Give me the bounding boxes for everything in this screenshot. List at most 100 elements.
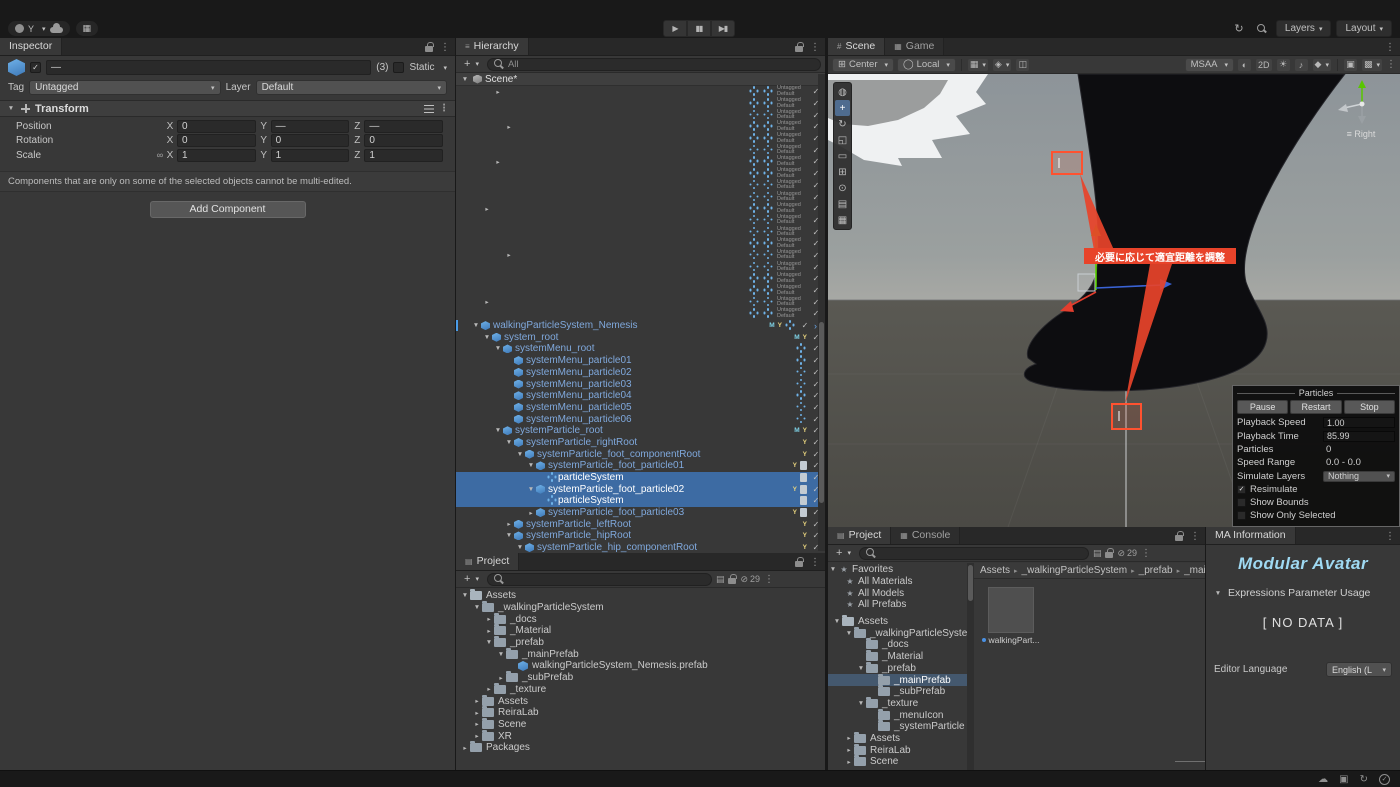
tool-handle-rotation-button[interactable]: ◯ Local ▾ — [897, 58, 956, 72]
extra-tool-1[interactable]: ▤ — [835, 196, 850, 212]
foldout-arrow[interactable]: ▸ — [472, 709, 482, 717]
hierarchy-row[interactable]: ▼systemParticle_foot_particle02Y✓ — [456, 483, 825, 495]
foldout-arrow[interactable]: ▼ — [6, 105, 16, 112]
tab-inspector[interactable]: Inspector — [0, 38, 62, 55]
check-circle-icon[interactable]: ✓ — [1379, 774, 1390, 785]
foldout-arrow[interactable]: ▸ — [484, 615, 494, 623]
hierarchy-row[interactable]: ▼systemParticle_foot_particle01Y✓ — [456, 460, 825, 472]
particles-toggle[interactable]: ✓Resimulate — [1237, 483, 1395, 496]
presets-icon[interactable] — [424, 105, 434, 113]
project-tree-row[interactable]: ▼Assets — [828, 616, 967, 628]
hierarchy-row[interactable]: ▸systemParticle_foot_particle03Y✓ — [456, 507, 825, 519]
layout-dropdown[interactable]: Layout ▾ — [1336, 20, 1392, 37]
project-tree-row[interactable]: ▸_Material — [456, 625, 825, 637]
checkbox-icon[interactable] — [1237, 511, 1246, 520]
lock-icon[interactable] — [795, 561, 803, 567]
pause-button[interactable]: Pause — [1237, 400, 1288, 414]
foldout-arrow[interactable]: ▸ — [484, 685, 494, 693]
foldout-arrow[interactable]: ▸ — [472, 732, 482, 740]
scale-tool[interactable]: ◱ — [835, 132, 850, 148]
project-tree-row[interactable]: ▸Scene — [456, 719, 825, 731]
scrollbar-thumb[interactable] — [819, 322, 824, 503]
hierarchy-row[interactable]: UntaggedDefault✓ — [456, 144, 825, 156]
hierarchy-row[interactable]: systemMenu_particle06✓ — [456, 413, 825, 425]
create-asset-button[interactable]: + ▾ — [460, 573, 483, 585]
hierarchy-row[interactable]: ▼systemParticle_rootMY✓ — [456, 425, 825, 437]
asset-thumbnail[interactable]: walkingPart... — [984, 587, 1038, 645]
kebab-menu-icon[interactable]: ⋮ — [1385, 42, 1395, 53]
breadcrumb-segment[interactable]: _mainPrefab — [1184, 565, 1205, 576]
camera-settings-button[interactable]: ▣ — [1343, 58, 1358, 72]
msaa-dropdown[interactable]: MSAA ▾ — [1185, 58, 1234, 72]
project-tree-row[interactable]: ▼_walkingParticleSystem — [828, 627, 967, 639]
favorite-item[interactable]: ★All Materials — [828, 576, 967, 588]
foldout-arrow[interactable]: ▼ — [844, 630, 854, 637]
foldout-arrow[interactable]: ▼ — [472, 604, 482, 611]
project-tree-row[interactable]: ▸Assets — [828, 733, 967, 745]
lock-icon[interactable] — [795, 46, 803, 52]
foldout-arrow[interactable]: ▼ — [460, 592, 470, 599]
foldout-arrow[interactable]: ▼ — [504, 532, 514, 539]
checkbox-icon[interactable] — [1237, 498, 1246, 507]
hidden-count-badge[interactable]: ⊘29 — [740, 574, 760, 585]
tab-game[interactable]: ▦ Game — [885, 38, 944, 55]
foldout-arrow[interactable]: ▼ — [515, 544, 525, 551]
project-tree-row[interactable]: ▸_texture — [456, 684, 825, 696]
particles-value-field[interactable]: 1.00 — [1323, 417, 1395, 428]
transform-tool[interactable]: ⊞ — [835, 164, 850, 180]
lock-icon[interactable] — [425, 46, 433, 52]
project-tree-row[interactable]: _menuIcon — [828, 709, 967, 721]
hierarchy-row[interactable]: ▸UntaggedDefault✓ — [456, 250, 825, 262]
scene-canvas[interactable]: 必要に応じて適宜距離を調整 ◍+↻◱▭⊞⊙▤▦ ≡ Right Particle… — [828, 74, 1400, 527]
hierarchy-row[interactable]: UntaggedDefault✓ — [456, 261, 825, 273]
kebab-menu-icon[interactable]: ⋮ — [764, 574, 774, 585]
layer-dropdown[interactable]: Default ▾ — [256, 80, 447, 95]
package-icon[interactable]: ▣ — [1339, 774, 1348, 785]
kebab-menu-icon[interactable]: ⋮ — [1141, 548, 1151, 559]
hierarchy-row[interactable]: UntaggedDefault✓ — [456, 180, 825, 192]
audio-toggle-button[interactable]: ♪ — [1294, 58, 1309, 72]
toggle-2d-button[interactable]: 2D — [1255, 58, 1273, 72]
hierarchy-row[interactable]: UntaggedDefault✓ — [456, 226, 825, 238]
rotation-z-field[interactable]: 0 — [364, 134, 443, 147]
tab-scene[interactable]: # Scene — [828, 38, 885, 55]
hierarchy-row[interactable]: ▸systemParticle_leftRootY✓ — [456, 518, 825, 530]
hierarchy-row[interactable]: UntaggedDefault✓ — [456, 109, 825, 121]
create-object-button[interactable]: + ▾ — [460, 58, 483, 70]
hierarchy-row[interactable]: ▸UntaggedDefault✓ — [456, 121, 825, 133]
pause-button[interactable]: ▮▮ — [687, 20, 711, 37]
open-asset-icon[interactable]: ▤ — [1093, 548, 1102, 559]
hierarchy-row[interactable]: ▸UntaggedDefault✓ — [456, 296, 825, 308]
hierarchy-row[interactable]: systemMenu_particle05✓ — [456, 402, 825, 414]
hidden-count-badge[interactable]: ⊘29 — [1117, 548, 1137, 559]
hierarchy-row[interactable]: UntaggedDefault✓ — [456, 98, 825, 110]
hierarchy-row[interactable]: UntaggedDefault✓ — [456, 133, 825, 145]
project-tree-row[interactable]: ▼_mainPrefab — [456, 648, 825, 660]
scene-root-row[interactable]: ▼ Scene* — [456, 73, 825, 86]
kebab-menu-icon[interactable]: ⋮ — [439, 103, 449, 114]
project-search-input[interactable] — [859, 547, 1089, 560]
foldout-arrow[interactable]: ▸ — [496, 674, 506, 682]
lighting-toggle-button[interactable]: ☀ — [1276, 58, 1291, 72]
project-column-scrollbar[interactable] — [967, 563, 974, 770]
hierarchy-row[interactable]: systemMenu_particle04✓ — [456, 390, 825, 402]
kebab-menu-icon[interactable]: ⋮ — [440, 42, 450, 53]
search-button[interactable] — [1253, 20, 1271, 37]
shading-mode-button[interactable]: ◐ — [1237, 58, 1252, 72]
foldout-arrow[interactable]: ▼ — [482, 334, 492, 341]
grid-visibility-button[interactable]: ▦▾ — [967, 58, 989, 72]
scale-z-field[interactable]: 1 — [364, 149, 443, 162]
foldout-arrow[interactable]: ▸ — [504, 123, 514, 131]
editor-language-dropdown[interactable]: English (L ▾ — [1326, 662, 1392, 677]
particles-toggle[interactable]: Show Only Selected — [1237, 509, 1395, 522]
hierarchy-row[interactable]: UntaggedDefault✓ — [456, 215, 825, 227]
hierarchy-row[interactable]: ▼system_rootMY✓ — [456, 331, 825, 343]
hierarchy-row[interactable]: ▸UntaggedDefault✓ — [456, 203, 825, 215]
hierarchy-row[interactable]: UntaggedDefault✓ — [456, 238, 825, 250]
favorites-header[interactable]: ▼★Favorites — [828, 564, 967, 576]
tool-handle-position-button[interactable]: ⊞ Center ▾ — [832, 58, 894, 72]
kebab-menu-icon[interactable]: ⋮ — [810, 557, 820, 568]
scale-x-field[interactable]: 1 — [177, 149, 256, 162]
breadcrumb-segment[interactable]: _walkingParticleSystem — [1022, 565, 1128, 576]
hierarchy-row[interactable]: particleSystem✓ — [456, 472, 825, 484]
